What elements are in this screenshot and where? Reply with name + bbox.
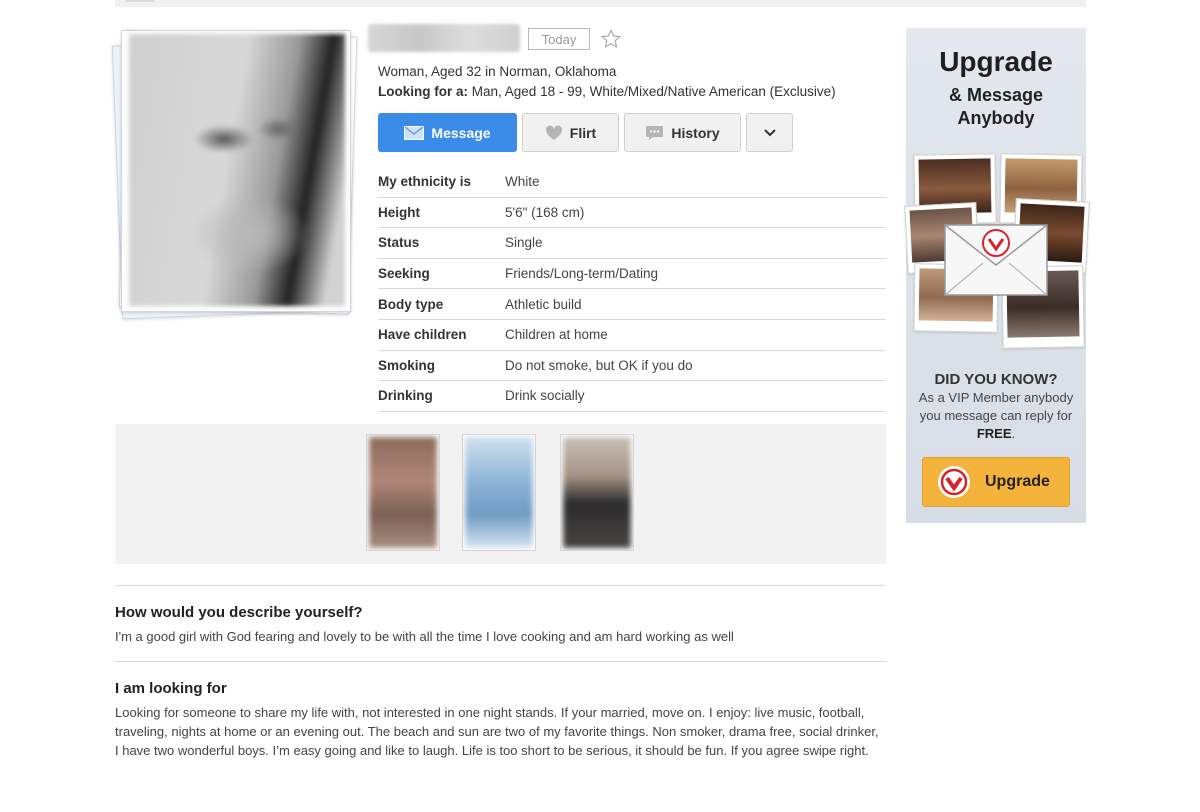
ad-description-suffix: .	[1011, 426, 1016, 441]
detail-label: Smoking	[378, 357, 436, 373]
detail-value: Do not smoke, but OK if you do	[505, 357, 693, 373]
main-profile-photo[interactable]	[129, 34, 345, 306]
detail-row-children: Have children Children at home	[378, 320, 886, 351]
detail-label: Have children	[378, 327, 467, 343]
envelope-icon	[944, 224, 1048, 296]
thumbnail-image	[465, 437, 533, 548]
detail-row-smoking: Smoking Do not smoke, but OK if you do	[378, 351, 886, 382]
flirt-button[interactable]: Flirt	[522, 113, 619, 152]
envelope-icon	[404, 125, 425, 140]
top-bar-tab[interactable]	[125, 0, 155, 2]
top-bar	[115, 0, 1086, 7]
history-button-label: History	[671, 124, 720, 141]
detail-row-seeking: Seeking Friends/Long-term/Dating	[378, 259, 886, 290]
detail-row-body-type: Body type Athletic build	[378, 289, 886, 320]
upgrade-button-label: Upgrade	[985, 473, 1050, 490]
section-divider	[115, 661, 886, 662]
detail-label: Body type	[378, 296, 444, 312]
photo-thumbnails-strip	[115, 424, 886, 564]
looking-for-value: Man, Aged 18 - 99, White/Mixed/Native Am…	[471, 84, 836, 99]
ad-title: Upgrade	[939, 46, 1053, 77]
detail-label: Drinking	[378, 388, 433, 404]
detail-value: Athletic build	[505, 296, 582, 312]
detail-value: White	[505, 174, 540, 190]
detail-value: Drink socially	[505, 388, 585, 404]
profile-name-redacted	[368, 24, 520, 52]
detail-label: Height	[378, 204, 420, 220]
star-icon[interactable]	[600, 28, 622, 50]
looking-for-text: Looking for someone to share my life wit…	[115, 705, 879, 758]
ad-subtitle-line1: & Message	[948, 85, 1044, 105]
ad-description-text: As a VIP Member anybody you message can …	[918, 390, 1074, 423]
looking-for-line: Looking for a: Man, Aged 18 - 99, White/…	[378, 84, 836, 99]
photo-thumbnail[interactable]	[366, 434, 440, 551]
detail-row-status: Status Single	[378, 228, 886, 259]
looking-for-heading: I am looking for	[115, 680, 227, 697]
describe-yourself-text: I'm a good girl with God fearing and lov…	[115, 629, 734, 644]
history-button[interactable]: History	[624, 113, 741, 152]
message-button-label: Message	[431, 124, 491, 141]
detail-value: Single	[505, 235, 543, 251]
ad-subtitle-line2: Anybody	[957, 108, 1035, 128]
did-you-know-heading: DID YOU KNOW?	[934, 371, 1058, 388]
detail-row-drinking: Drinking Drink socially	[378, 381, 886, 412]
detail-row-height: Height 5'6" (168 cm)	[378, 198, 886, 229]
online-status-badge: Today	[528, 28, 590, 50]
profile-details-table: My ethnicity is White Height 5'6" (168 cm)…	[378, 167, 886, 412]
detail-row-ethnicity: My ethnicity is White	[378, 167, 886, 198]
more-options-button[interactable]	[746, 113, 793, 152]
photo-thumbnail[interactable]	[462, 434, 536, 551]
detail-label: Seeking	[378, 266, 430, 282]
flirt-button-label: Flirt	[569, 124, 597, 141]
upgrade-ad-panel[interactable]: Upgrade & Message Anybody DID YOU KNOW? …	[904, 28, 1090, 523]
photo-thumbnail[interactable]	[560, 434, 634, 551]
detail-value: Children at home	[505, 327, 608, 343]
chevron-down-icon	[763, 128, 776, 136]
profile-summary: Woman, Aged 32 in Norman, Oklahoma	[378, 64, 617, 79]
thumbnail-image	[563, 437, 631, 548]
heart-icon	[545, 124, 562, 140]
ad-description: As a VIP Member anybody you message can …	[916, 389, 1076, 443]
detail-label: My ethnicity is	[378, 174, 472, 190]
profile-photo-stack[interactable]	[111, 27, 358, 320]
detail-label: Status	[378, 235, 420, 251]
message-button[interactable]: Message	[378, 113, 517, 152]
thumbnail-image	[369, 437, 437, 548]
ad-subtitle: & Message Anybody	[906, 84, 1086, 130]
chat-icon	[646, 125, 664, 140]
detail-value: Friends/Long-term/Dating	[505, 266, 659, 282]
detail-value: 5'6" (168 cm)	[505, 204, 585, 220]
upgrade-button[interactable]: Upgrade	[922, 457, 1070, 507]
section-divider	[115, 585, 886, 586]
ad-description-bold: FREE	[976, 426, 1012, 441]
shield-check-icon	[938, 466, 970, 498]
looking-for-label: Looking for a:	[378, 84, 468, 99]
describe-yourself-heading: How would you describe yourself?	[115, 604, 363, 621]
